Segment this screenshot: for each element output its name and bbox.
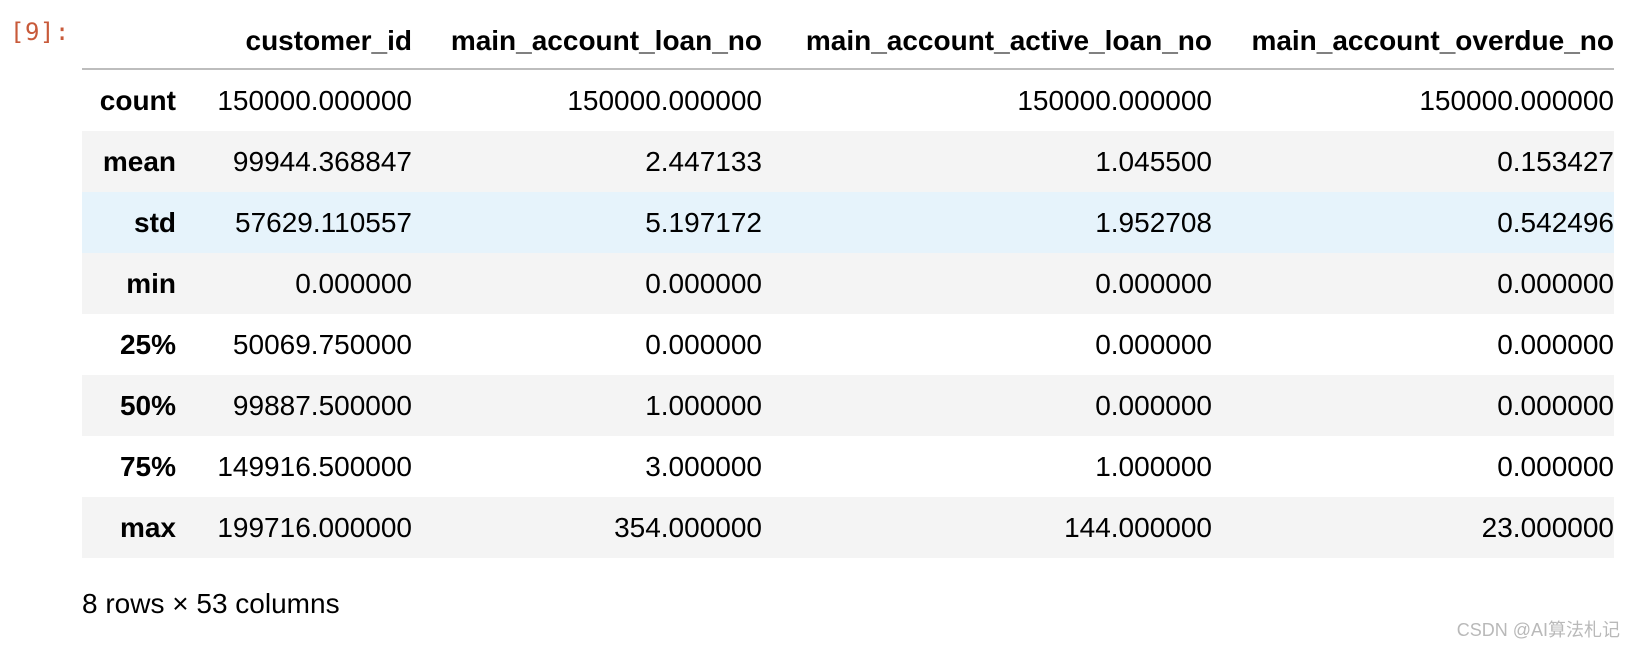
table-row: mean 99944.368847 2.447133 1.045500 0.15… — [82, 131, 1614, 192]
table-row: 75% 149916.500000 3.000000 1.000000 0.00… — [82, 436, 1614, 497]
column-header: main_account_active_loan_no — [762, 14, 1212, 70]
table-cell: 149916.500000 — [217, 450, 412, 482]
row-index: 50% — [119, 389, 176, 421]
table-cell: 150000.000000 — [217, 84, 412, 116]
table-cell: 99887.500000 — [232, 389, 412, 421]
row-index: min — [126, 267, 176, 299]
table-row: 50% 99887.500000 1.000000 0.000000 0.000… — [82, 375, 1614, 436]
table-cell: 0.000000 — [1497, 389, 1614, 421]
table-cell: 57629.110557 — [235, 206, 412, 238]
row-index: count — [99, 84, 176, 116]
table-cell: 144.000000 — [1064, 511, 1212, 543]
table-cell: 0.000000 — [1497, 267, 1614, 299]
row-index: 25% — [119, 328, 176, 360]
table-cell: 99944.368847 — [232, 145, 412, 177]
table-cell: 0.000000 — [1095, 328, 1212, 360]
table-cell: 50069.750000 — [232, 328, 412, 360]
cell-prompt: [9]: — [10, 18, 70, 46]
dataframe-shape-text: 8 rows × 53 columns — [82, 588, 340, 619]
watermark: CSDN @AI算法札记 — [1456, 620, 1620, 640]
table-cell: 1.952708 — [1095, 206, 1212, 238]
column-header: customer_id — [176, 14, 412, 70]
table-cell: 0.000000 — [1497, 328, 1614, 360]
table-cell: 0.000000 — [1095, 267, 1212, 299]
table-cell: 3.000000 — [645, 450, 762, 482]
table-cell: 0.542496 — [1497, 206, 1614, 238]
table-cell: 0.000000 — [1497, 450, 1614, 482]
column-header: main_account_overdue_no — [1212, 14, 1614, 70]
table-row: count 150000.000000 150000.000000 150000… — [82, 69, 1614, 131]
table-cell: 0.000000 — [1095, 389, 1212, 421]
table-row: 25% 50069.750000 0.000000 0.000000 0.000… — [82, 314, 1614, 375]
table-header-row: customer_id main_account_loan_no main_ac… — [82, 14, 1614, 70]
row-index: 75% — [119, 450, 176, 482]
table-cell: 1.000000 — [645, 389, 762, 421]
table-cell: 0.000000 — [645, 328, 762, 360]
table-cell: 150000.000000 — [1017, 84, 1212, 116]
table-cell: 354.000000 — [614, 511, 762, 543]
table-cell: 0.000000 — [295, 267, 412, 299]
table-cell: 0.000000 — [645, 267, 762, 299]
table-cell: 1.045500 — [1095, 145, 1212, 177]
table-row-hovered: std 57629.110557 5.197172 1.952708 0.542… — [82, 192, 1614, 253]
table-cell: 150000.000000 — [567, 84, 762, 116]
table-row: min 0.000000 0.000000 0.000000 0.000000 — [82, 253, 1614, 314]
table-cell: 23.000000 — [1481, 511, 1614, 543]
table-row: max 199716.000000 354.000000 144.000000 … — [82, 497, 1614, 558]
index-header — [82, 14, 176, 70]
row-index: std — [134, 206, 176, 238]
table-cell: 0.153427 — [1497, 145, 1614, 177]
column-header: main_account_loan_no — [412, 14, 762, 70]
table-cell: 199716.000000 — [217, 511, 412, 543]
row-index: max — [119, 511, 176, 543]
table-cell: 1.000000 — [1095, 450, 1212, 482]
dataframe-output: customer_id main_account_loan_no main_ac… — [82, 14, 1614, 558]
describe-table: customer_id main_account_loan_no main_ac… — [82, 14, 1614, 558]
table-cell: 5.197172 — [645, 206, 762, 238]
row-index: mean — [102, 145, 176, 177]
table-cell: 150000.000000 — [1419, 84, 1614, 116]
table-cell: 2.447133 — [645, 145, 762, 177]
